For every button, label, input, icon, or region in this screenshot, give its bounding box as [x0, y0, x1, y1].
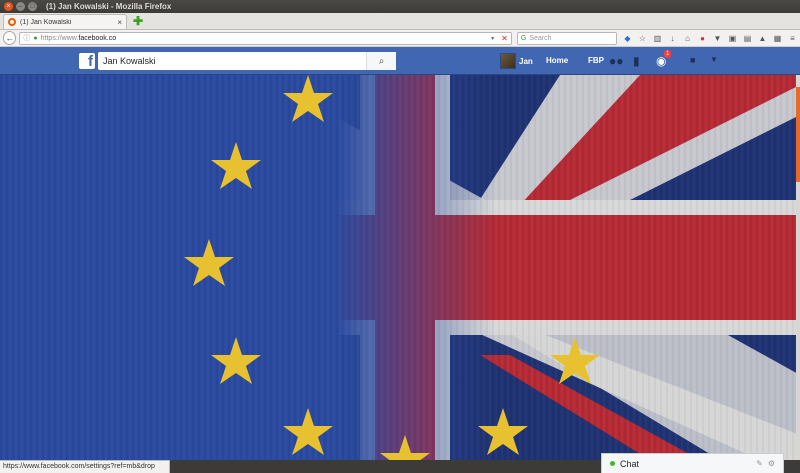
window-minimize-button[interactable]: –: [16, 2, 25, 11]
url-domain: facebook.co: [78, 34, 117, 42]
toolbar-icons: ◆ ☆ ▥ ↓ ⌂ ● ▼ ▣ ▤ ▲ ▦ ≡: [623, 34, 797, 43]
chat-bar[interactable]: Chat ✎ ⚙: [601, 453, 784, 473]
extension-icon[interactable]: ▤: [743, 34, 752, 43]
friend-requests-icon[interactable]: ●●: [609, 54, 624, 68]
facebook-search-input[interactable]: [98, 52, 366, 70]
messages-icon[interactable]: ▮: [633, 54, 640, 68]
library-icon[interactable]: ▥: [653, 34, 662, 43]
url-prefix: https://www.: [40, 34, 79, 42]
page-scrollbar[interactable]: [796, 75, 800, 460]
window-title: (1) Jan Kowalski - Mozilla Firefox: [46, 2, 172, 11]
navigation-toolbar: ← ⓘ ● https://www.facebook.co ▾ ✕ G Sear…: [0, 30, 800, 47]
firefox-icon: [8, 18, 16, 26]
window-close-button[interactable]: ×: [4, 2, 13, 11]
search-icon[interactable]: ⌕: [366, 52, 396, 70]
page-link[interactable]: FBP: [588, 56, 604, 65]
info-icon[interactable]: ⓘ: [23, 33, 30, 43]
eu-uk-flag-image: [0, 75, 800, 460]
reader-icon[interactable]: ▦: [773, 34, 782, 43]
abp-icon[interactable]: ●: [698, 34, 707, 43]
tab-label: (1) Jan Kowalski: [20, 18, 72, 26]
window-titlebar: × – □ (1) Jan Kowalski - Mozilla Firefox: [0, 0, 800, 13]
pocket-icon[interactable]: ◆: [623, 34, 632, 43]
sync-icon[interactable]: ▼: [713, 34, 722, 43]
menu-icon[interactable]: ≡: [788, 34, 797, 43]
tab-strip: (1) Jan Kowalski × ✚: [0, 13, 800, 30]
star-icon[interactable]: ☆: [638, 34, 647, 43]
online-status-icon: [610, 461, 615, 466]
cover-photo: [0, 75, 800, 460]
home-icon[interactable]: ⌂: [683, 34, 692, 43]
url-dropdown-icon[interactable]: ▾: [491, 35, 494, 42]
chat-settings-icon[interactable]: ⚙: [768, 459, 775, 468]
profile-name: Jan: [519, 56, 533, 66]
privacy-shortcuts-icon[interactable]: ■: [690, 55, 695, 65]
facebook-search: ⌕: [98, 52, 396, 70]
home-link[interactable]: Home: [546, 56, 568, 65]
tab-facebook[interactable]: (1) Jan Kowalski ×: [3, 14, 127, 29]
window-maximize-button[interactable]: □: [28, 2, 37, 11]
notification-badge: 1: [664, 50, 672, 58]
lock-icon: ●: [33, 34, 38, 42]
password-icon[interactable]: ▲: [758, 34, 767, 43]
status-url: https://www.facebook.com/settings?ref=mb…: [0, 460, 170, 473]
download-icon[interactable]: ↓: [668, 34, 677, 43]
facebook-header: f ⌕ Jan Home FBP ●● ▮ ◉ 1 ■ ▼: [0, 47, 800, 75]
browser-search-placeholder: Search: [529, 34, 552, 42]
account-menu-icon[interactable]: ▼: [710, 55, 718, 64]
search-engine-icon[interactable]: G: [521, 35, 526, 42]
screenshot-icon[interactable]: ▣: [728, 34, 737, 43]
url-bar[interactable]: ⓘ ● https://www.facebook.co ▾ ✕: [19, 31, 512, 45]
compose-icon[interactable]: ✎: [756, 459, 763, 468]
url-text[interactable]: https://www.facebook.co: [41, 35, 489, 42]
tab-close-icon[interactable]: ×: [117, 18, 122, 27]
profile-link[interactable]: Jan: [500, 53, 533, 69]
facebook-logo[interactable]: f: [79, 53, 95, 69]
avatar: [500, 53, 516, 69]
stop-icon[interactable]: ✕: [501, 34, 508, 43]
scrollbar-thumb[interactable]: [796, 87, 800, 182]
back-button[interactable]: ←: [3, 31, 17, 45]
new-tab-icon[interactable]: ✚: [133, 14, 143, 29]
chat-label: Chat: [620, 458, 640, 469]
browser-search-bar[interactable]: G Search: [516, 31, 617, 45]
